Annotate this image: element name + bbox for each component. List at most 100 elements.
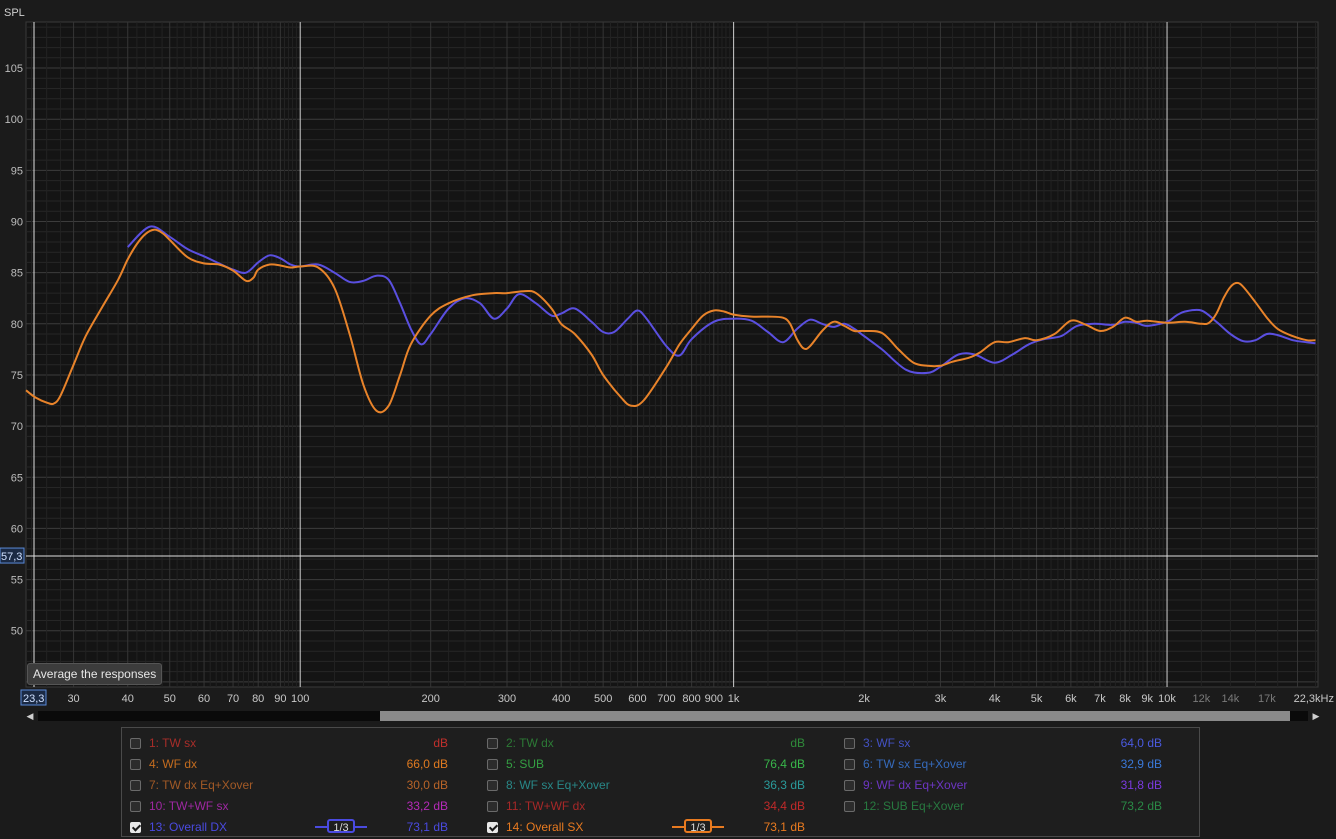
legend-item[interactable]: 9: WF dx Eq+Xover <box>844 775 967 795</box>
y-tick-label: 95 <box>11 165 23 177</box>
legend-item-label: 9: WF dx Eq+Xover <box>863 778 968 792</box>
x-tick-label: 6k <box>1065 693 1077 705</box>
checkbox-icon[interactable] <box>130 737 141 749</box>
legend-item-level: dB <box>433 736 448 750</box>
legend-item[interactable]: 7: TW dx Eq+Xover <box>130 775 253 795</box>
x-tick-label: 70 <box>227 693 239 705</box>
x-tick-label: 900 <box>705 693 723 705</box>
legend-item[interactable]: 10: TW+WF sx <box>130 796 228 816</box>
legend-item-label: 6: TW sx Eq+Xover <box>863 757 967 771</box>
x-tick-label: 22,3kHz <box>1294 693 1334 705</box>
legend-item-label: 8: WF sx Eq+Xover <box>506 778 610 792</box>
x-tick-label: 40 <box>122 693 134 705</box>
x-tick-label: 9k <box>1141 693 1153 705</box>
x-tick-label: 7k <box>1094 693 1106 705</box>
checkbox-icon[interactable] <box>487 800 498 812</box>
legend-item[interactable]: 11: TW+WF dx <box>487 796 585 816</box>
legend-item[interactable]: 14: Overall SX <box>487 817 583 837</box>
checkbox-icon[interactable] <box>844 800 855 812</box>
legend-item-label: 4: WF dx <box>149 757 198 771</box>
legend-item-level: 66,0 dB <box>406 757 448 771</box>
x-tick-label: 8k <box>1119 693 1131 705</box>
y-tick-label: 70 <box>11 421 23 433</box>
x-tick-label: 100 <box>291 693 309 705</box>
x-tick-label: 700 <box>657 693 675 705</box>
checked-checkbox-icon[interactable] <box>487 821 498 833</box>
x-tick-label: 17k <box>1258 693 1276 705</box>
legend-item[interactable]: 8: WF sx Eq+Xover <box>487 775 610 795</box>
smoothing-indicator[interactable]: 1/3 <box>315 819 367 834</box>
x-tick-label: 14k <box>1221 693 1239 705</box>
checkbox-icon[interactable] <box>487 737 498 749</box>
legend-item-label: 12: SUB Eq+Xover <box>863 799 965 813</box>
x-tick-label: 10k <box>1158 693 1176 705</box>
legend-item-label: 10: TW+WF sx <box>149 799 229 813</box>
legend-item[interactable]: 2: TW dx <box>487 733 554 753</box>
legend-item[interactable]: 6: TW sx Eq+Xover <box>844 754 966 774</box>
y-axis-label: SPL <box>4 7 25 19</box>
checkbox-icon[interactable] <box>130 800 141 812</box>
x-tick-label: 5k <box>1031 693 1043 705</box>
smoothing-label: 1/3 <box>684 819 712 834</box>
x-tick-label: 800 <box>682 693 700 705</box>
scroll-left-icon[interactable]: ◀ <box>24 710 36 722</box>
legend-item-level: 76,4 dB <box>763 757 805 771</box>
x-tick-label: 30 <box>67 693 79 705</box>
legend-item-label: 14: Overall SX <box>506 820 584 834</box>
x-tick-label: 90 <box>274 693 286 705</box>
legend-item[interactable]: 5: SUB <box>487 754 544 774</box>
horizontal-scrollbar[interactable]: ◀ ▶ <box>24 710 1322 722</box>
legend-item-label: 3: WF sx <box>863 736 911 750</box>
legend-item-label: 5: SUB <box>506 757 545 771</box>
checkbox-icon[interactable] <box>130 779 141 791</box>
x-tick-label: 2k <box>858 693 870 705</box>
legend-item-level: dB <box>790 736 805 750</box>
checkbox-icon[interactable] <box>844 779 855 791</box>
spl-chart[interactable]: 105 100 95 90 85 80 75 70 65 60 55 50 SPL 30 40 50 60 70 8… <box>0 0 1336 710</box>
y-tick-label: 105 <box>5 63 23 75</box>
legend-item[interactable]: 4: WF dx <box>130 754 197 774</box>
x-tick-label: 60 <box>198 693 210 705</box>
checked-checkbox-icon[interactable] <box>130 821 141 833</box>
x-tick-label: 12k <box>1192 693 1210 705</box>
checkbox-icon[interactable] <box>487 779 498 791</box>
y-tick-label: 60 <box>11 523 23 535</box>
legend-item-label: 7: TW dx Eq+Xover <box>149 778 254 792</box>
y-tick-label: 90 <box>11 217 23 229</box>
legend-item-level: 31,8 dB <box>1120 778 1162 792</box>
legend-item-level: 73,2 dB <box>1120 799 1162 813</box>
tooltip: Average the responses <box>27 663 163 685</box>
y-tick-label: 55 <box>11 575 23 587</box>
x-tick-label: 300 <box>498 693 516 705</box>
smoothing-label: 1/3 <box>327 819 355 834</box>
legend-item-level: 64,0 dB <box>1120 736 1162 750</box>
legend-item[interactable]: 12: SUB Eq+Xover <box>844 796 964 816</box>
legend-item-label: 1: TW sx <box>149 736 197 750</box>
y-tick-label: 80 <box>11 319 23 331</box>
legend-item-level: 36,3 dB <box>763 778 805 792</box>
scroll-right-icon[interactable]: ▶ <box>1310 710 1322 722</box>
checkbox-icon[interactable] <box>130 758 141 770</box>
scroll-thumb[interactable] <box>380 711 1290 721</box>
legend-item[interactable]: 1: TW sx <box>130 733 196 753</box>
legend-item[interactable]: 3: WF sx <box>844 733 910 753</box>
y-tick-label: 100 <box>5 114 23 126</box>
x-tick-label: 4k <box>989 693 1001 705</box>
checkbox-icon[interactable] <box>844 758 855 770</box>
x-tick-label: 80 <box>252 693 264 705</box>
legend-item-label: 11: TW+WF dx <box>506 799 586 813</box>
checkbox-icon[interactable] <box>487 758 498 770</box>
y-tick-label: 75 <box>11 370 23 382</box>
cursor-x-readout: 23,3 <box>23 693 44 705</box>
smoothing-indicator[interactable]: 1/3 <box>672 819 724 834</box>
legend-item-level: 30,0 dB <box>406 778 448 792</box>
cursor-y-readout: 57,3 <box>1 551 22 563</box>
x-tick-label: 3k <box>935 693 947 705</box>
spl-plot-svg[interactable]: 105 100 95 90 85 80 75 70 65 60 55 50 SPL 30 40 50 60 70 8… <box>0 0 1336 710</box>
x-tick-label: 1k <box>728 693 740 705</box>
legend-item-label: 2: TW dx <box>506 736 554 750</box>
legend-item-level: 73,1 dB <box>763 820 805 834</box>
checkbox-icon[interactable] <box>844 737 855 749</box>
legend-item[interactable]: 13: Overall DX <box>130 817 227 837</box>
y-tick-label: 65 <box>11 472 23 484</box>
